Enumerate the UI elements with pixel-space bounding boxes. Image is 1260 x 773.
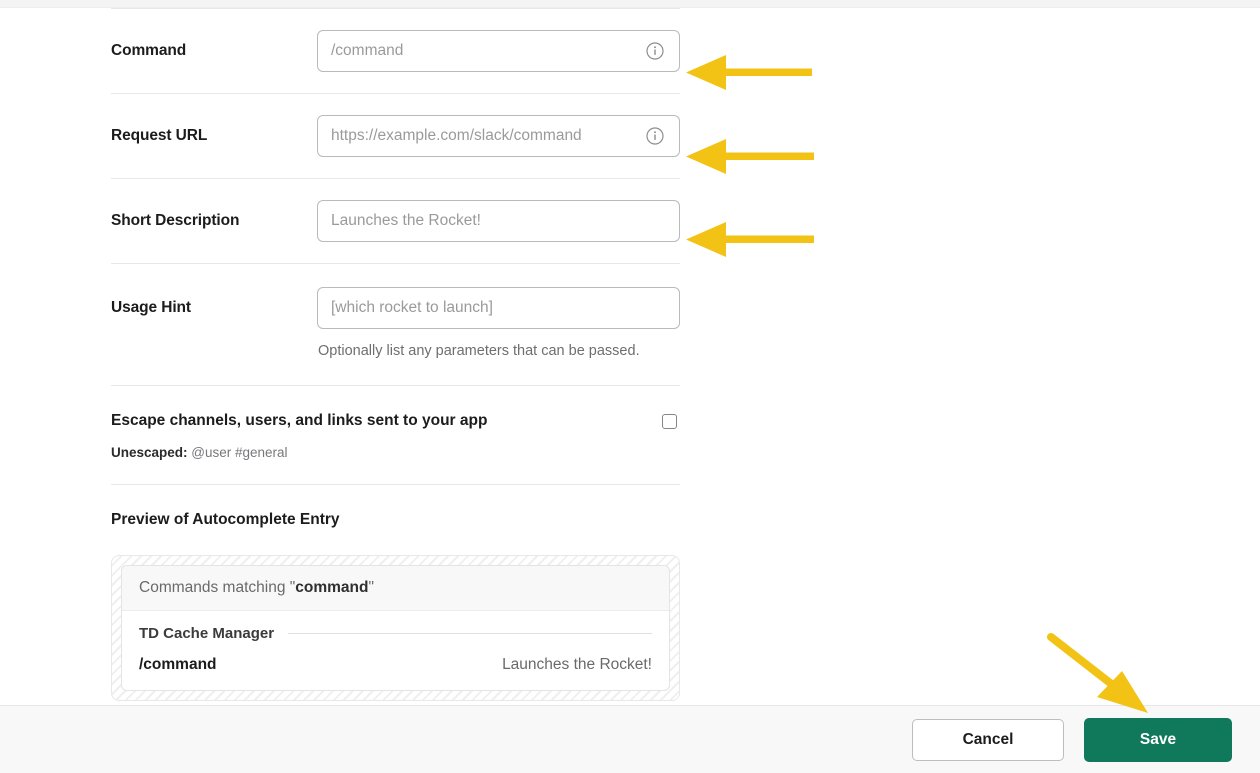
input-wrap-usage-hint (317, 287, 680, 329)
input-wrap-short-description (317, 200, 680, 242)
input-wrap-request-url (317, 115, 680, 157)
usage-hint-helper-text: Optionally list any parameters that can … (318, 343, 640, 359)
label-short-description: Short Description (111, 212, 240, 229)
escape-block: Escape channels, users, and links sent t… (111, 386, 680, 484)
unescaped-label: Unescaped: (111, 445, 188, 460)
preview-header-prefix: Commands matching " (139, 579, 296, 596)
label-command: Command (111, 42, 187, 59)
label-usage-hint: Usage Hint (111, 299, 191, 316)
field-row-command: Command (111, 9, 680, 93)
preview-group-header: TD Cache Manager (139, 625, 652, 642)
escape-title: Escape channels, users, and links sent t… (111, 412, 488, 429)
preview-item-command: /command (139, 656, 217, 673)
unescaped-value: @user #general (191, 445, 288, 460)
preview-block: Preview of Autocomplete Entry Commands m… (111, 485, 680, 701)
settings-form-area: Command Request URL (0, 8, 1260, 705)
input-wrap-command (317, 30, 680, 72)
field-row-short-description: Short Description (111, 179, 680, 263)
preview-hatched-frame: Commands matching "command" TD Cache Man… (111, 555, 680, 701)
label-request-url: Request URL (111, 127, 208, 144)
field-row-usage-hint: Usage Hint (111, 286, 680, 330)
autocomplete-preview-card: Commands matching "command" TD Cache Man… (121, 565, 670, 691)
usage-hint-block: Usage Hint Optionally list any parameter… (111, 264, 680, 385)
preview-card-header: Commands matching "command" (122, 566, 669, 611)
short-description-input[interactable] (317, 200, 680, 242)
list-item[interactable]: /command Launches the Rocket! (139, 656, 652, 690)
window-top-strip (0, 0, 1260, 8)
command-input[interactable] (317, 30, 680, 72)
cancel-button[interactable]: Cancel (912, 718, 1064, 761)
preview-section-title: Preview of Autocomplete Entry (111, 511, 340, 528)
save-button[interactable]: Save (1084, 717, 1232, 762)
preview-group-rule (288, 633, 652, 634)
preview-item-description: Launches the Rocket! (502, 656, 652, 673)
preview-card-body: TD Cache Manager /command Launches the R… (122, 611, 669, 690)
preview-header-term: command (295, 579, 369, 596)
escape-checkbox[interactable] (662, 413, 677, 429)
preview-header-suffix: " (368, 579, 374, 596)
request-url-input[interactable] (317, 115, 680, 157)
field-row-request-url: Request URL (111, 94, 680, 178)
escape-row: Escape channels, users, and links sent t… (111, 412, 680, 430)
preview-group-name: TD Cache Manager (139, 625, 275, 642)
form-column: Command Request URL (111, 8, 680, 701)
usage-hint-input[interactable] (317, 287, 680, 329)
action-bar: Cancel Save (0, 705, 1260, 773)
unescaped-preview: Unescaped: @user #general (111, 445, 680, 460)
